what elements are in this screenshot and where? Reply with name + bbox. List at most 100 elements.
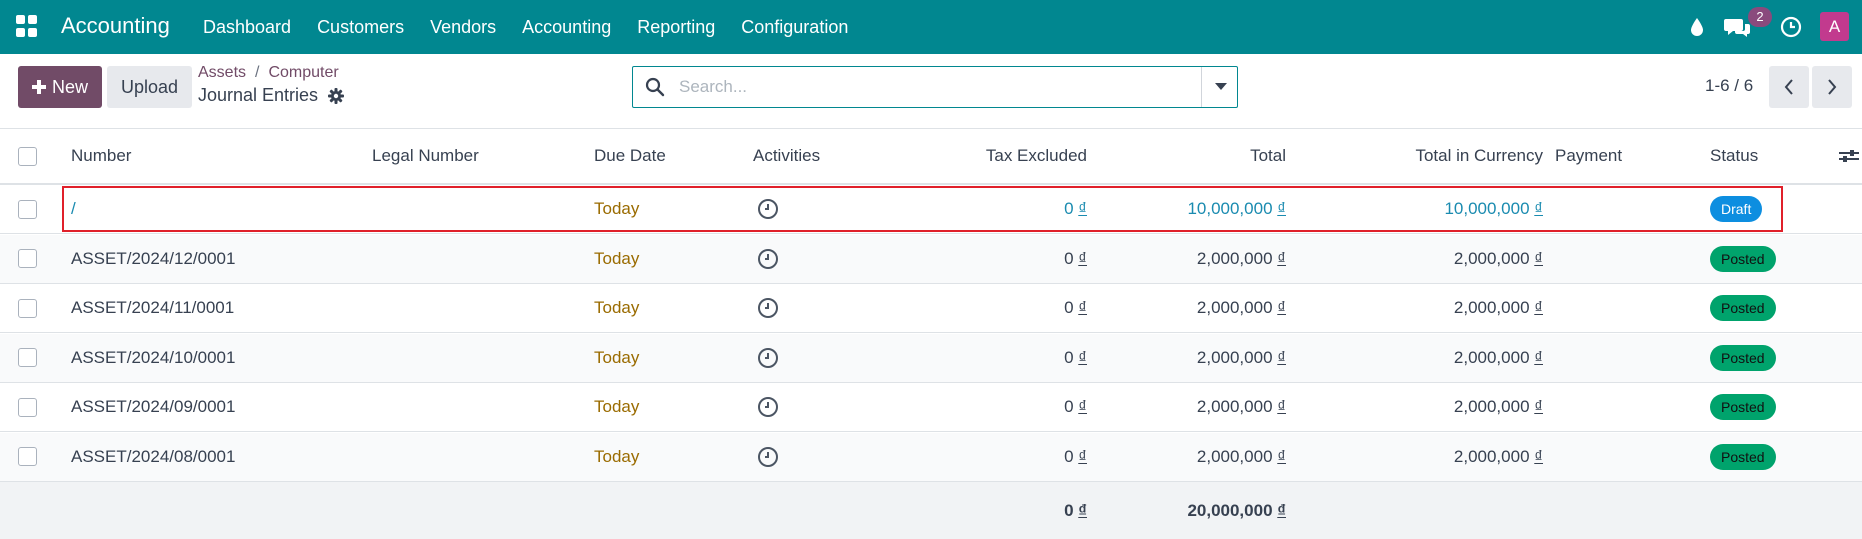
currency-symbol: ₫ [1534,248,1543,268]
table-row[interactable]: ASSET/2024/09/0001 Today 0 ₫ 2,000,000 ₫ 2,0… [0,383,1862,432]
activity-clock-icon[interactable] [757,284,779,332]
row-checkbox[interactable] [18,249,37,268]
cell-tax-excluded[interactable]: 0 [1064,447,1073,467]
col-payment[interactable]: Payment [1555,129,1622,183]
caret-down-icon [1214,83,1227,90]
col-status[interactable]: Status [1710,129,1758,183]
cell-tax-excluded[interactable]: 0 [1064,298,1073,318]
row-checkbox[interactable] [18,199,37,219]
search-icon [645,77,665,97]
app-brand[interactable]: Accounting [61,13,170,39]
cell-number[interactable]: ASSET/2024/10/0001 [71,334,235,382]
cell-total[interactable]: 2,000,000 [1197,447,1273,467]
col-total[interactable]: Total [1110,129,1286,183]
currency-symbol: ₫ [1534,397,1543,416]
status-badge: Posted [1710,245,1776,272]
cell-total[interactable]: 2,000,000 [1197,298,1273,318]
row-checkbox[interactable] [18,348,37,367]
currency-symbol: ₫ [1277,500,1286,520]
gear-icon[interactable] [328,87,345,104]
chevron-left-icon [1784,79,1793,95]
row-checkbox[interactable] [18,298,37,318]
cell-number[interactable]: ASSET/2024/09/0001 [71,383,235,431]
row-checkbox[interactable] [18,397,37,417]
cell-total-in-currency[interactable]: 2,000,000 [1454,348,1530,368]
currency-symbol: ₫ [1277,347,1286,367]
col-due-date[interactable]: Due Date [594,129,666,183]
col-number[interactable]: Number [71,129,131,183]
breadcrumb: Assets / Computer [198,64,339,81]
activity-clock-icon[interactable] [757,334,779,382]
cell-tax-excluded[interactable]: 0 [1064,249,1073,269]
cell-due-date[interactable]: Today [594,334,639,382]
breadcrumb-assets[interactable]: Assets [198,64,246,81]
cell-number[interactable]: ASSET/2024/12/0001 [71,235,235,283]
col-total-in-currency[interactable]: Total in Currency [1300,129,1543,183]
pager-value[interactable]: 1-6 / 6 [1705,76,1753,96]
menu-customers[interactable]: Customers [304,17,417,38]
menu-dashboard[interactable]: Dashboard [190,17,304,38]
upload-button[interactable]: Upload [107,66,192,108]
pager-next-button[interactable] [1812,66,1852,108]
messages-icon[interactable] [1722,0,1752,54]
col-legal-number[interactable]: Legal Number [372,129,479,183]
table-header: Number Legal Number Due Date Activities … [0,128,1862,185]
currency-symbol: ₫ [1078,446,1087,466]
chevron-right-icon [1828,79,1837,95]
currency-symbol: ₫ [1078,248,1087,268]
activity-clock-icon[interactable] [757,433,779,481]
search-input[interactable] [679,73,1179,101]
activity-clock-icon[interactable] [757,383,779,431]
table-row[interactable]: ASSET/2024/08/0001 Today 0 ₫ 2,000,000 ₫ 2,0… [0,432,1862,482]
col-tax-excluded[interactable]: Tax Excluded [880,129,1087,183]
cell-due-date[interactable]: Today [594,433,639,481]
currency-symbol: ₫ [1078,347,1087,367]
search-options-toggle[interactable] [1201,67,1239,107]
cell-tax-excluded[interactable]: 0 [1064,348,1073,368]
optional-columns-toggle[interactable] [1838,129,1860,183]
cell-due-date[interactable]: Today [594,235,639,283]
currency-symbol: ₫ [1277,248,1286,268]
activity-clock-icon[interactable] [1778,0,1804,54]
cell-tax-excluded[interactable]: 0 [1064,397,1073,417]
debug-droplet-icon[interactable] [1685,0,1709,54]
breadcrumb-computer[interactable]: Computer [268,64,338,81]
menu-configuration[interactable]: Configuration [728,17,861,38]
table-footer-totals: 0 ₫ 20,000,000 ₫ [0,482,1862,539]
apps-menu-icon[interactable] [16,15,38,37]
highlighted-row-outline [62,186,1783,232]
cell-total-in-currency[interactable]: 2,000,000 [1454,447,1530,467]
messages-count-badge: 2 [1748,7,1772,27]
cell-number[interactable]: ASSET/2024/11/0001 [71,284,234,332]
cell-due-date[interactable]: Today [594,383,639,431]
cell-due-date[interactable]: Today [594,284,639,332]
menu-accounting[interactable]: Accounting [509,17,624,38]
new-button-label: New [51,76,88,97]
user-avatar[interactable]: A [1820,12,1849,41]
table-row[interactable]: ASSET/2024/10/0001 Today 0 ₫ 2,000,000 ₫ 2,0… [0,333,1862,383]
menu-vendors[interactable]: Vendors [417,17,509,38]
cell-total[interactable]: 2,000,000 [1197,348,1273,368]
pager-previous-button[interactable] [1769,66,1809,108]
col-activities[interactable]: Activities [753,129,820,183]
select-all-checkbox[interactable] [18,146,37,166]
sliders-icon [1839,150,1859,162]
footer-total: 20,000,000 [1187,500,1273,520]
cell-total[interactable]: 2,000,000 [1197,249,1273,269]
cell-number[interactable]: ASSET/2024/08/0001 [71,433,235,481]
page-title-row: Journal Entries [198,85,345,106]
row-checkbox[interactable] [18,447,37,466]
cell-total-in-currency[interactable]: 2,000,000 [1454,298,1530,318]
menu-reporting[interactable]: Reporting [624,17,728,38]
activity-clock-icon[interactable] [757,235,779,283]
table-row[interactable]: ASSET/2024/12/0001 Today 0 ₫ 2,000,000 ₫ 2,0… [0,234,1862,284]
cell-total-in-currency[interactable]: 2,000,000 [1454,397,1530,417]
cell-total[interactable]: 2,000,000 [1197,397,1273,417]
currency-symbol: ₫ [1534,446,1543,466]
currency-symbol: ₫ [1534,347,1543,367]
currency-symbol: ₫ [1277,446,1286,466]
currency-symbol: ₫ [1078,298,1087,317]
cell-total-in-currency[interactable]: 2,000,000 [1454,249,1530,269]
table-row[interactable]: ASSET/2024/11/0001 Today 0 ₫ 2,000,000 ₫ 2,0… [0,284,1862,333]
new-button[interactable]: New [18,66,102,108]
